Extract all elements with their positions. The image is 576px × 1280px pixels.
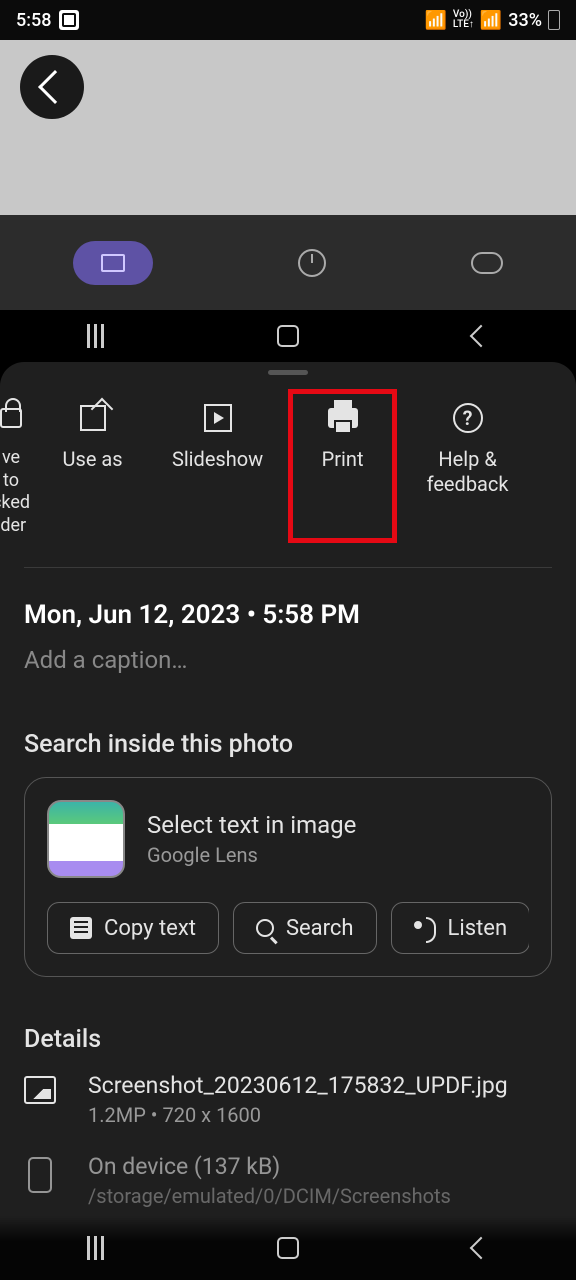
action-print[interactable]: Print — [280, 403, 405, 537]
action-locked-folder[interactable]: ve to cked lder — [0, 403, 30, 537]
chip-label: Copy text — [104, 916, 196, 941]
slideshow-icon — [204, 404, 232, 432]
lens-provider: Google Lens — [147, 843, 529, 867]
search-icon — [256, 919, 274, 937]
folder-icon — [101, 254, 125, 272]
info-sheet: ve to cked lder Use as Slideshow Print ?… — [0, 362, 576, 1280]
detail-file[interactable]: Screenshot_20230612_175832_UPDF.jpg 1.2M… — [24, 1072, 552, 1127]
caption-input[interactable]: Add a caption… — [24, 646, 552, 674]
signal-icon: 📶 — [480, 10, 502, 31]
chip-search[interactable]: Search — [233, 902, 377, 954]
detail-device[interactable]: On device (137 kB) /storage/emulated/0/D… — [24, 1153, 552, 1208]
print-icon — [328, 408, 358, 428]
help-icon: ? — [453, 403, 483, 433]
action-use-as[interactable]: Use as — [30, 403, 155, 537]
action-label: ve to cked lder — [0, 447, 30, 537]
viewer-tabs — [0, 215, 576, 310]
nav-recent-icon[interactable] — [87, 324, 104, 348]
nav-home-icon[interactable] — [277, 1237, 299, 1259]
details-heading: Details — [24, 1025, 552, 1054]
divider — [24, 567, 552, 568]
photo-viewer-dim — [0, 40, 576, 215]
document-icon — [70, 917, 92, 939]
android-nav-bottom — [0, 1216, 576, 1280]
back-button[interactable] — [20, 55, 84, 119]
tab-cloud[interactable] — [471, 252, 503, 274]
chip-label: Listen — [448, 916, 508, 941]
battery-icon — [548, 10, 560, 30]
status-time: 5:58 — [16, 10, 51, 31]
device-title: On device (137 kB) — [88, 1153, 552, 1180]
lock-icon — [0, 408, 22, 428]
arrow-left-icon — [38, 70, 72, 104]
chip-listen[interactable]: Listen — [391, 902, 529, 954]
volte-icon: Vo))LTE↑ — [453, 10, 474, 30]
lens-heading: Search inside this photo — [24, 730, 552, 759]
action-label: Help & feedback — [405, 447, 530, 497]
lens-select-text[interactable]: Select text in image Google Lens — [47, 800, 529, 878]
nav-home-icon[interactable] — [277, 325, 299, 347]
chip-copy-text[interactable]: Copy text — [47, 902, 219, 954]
wifi-icon: 📶 — [425, 10, 447, 31]
tab-recent[interactable] — [298, 249, 326, 277]
android-nav-upper — [0, 310, 576, 362]
lens-chips: Copy text Search Listen ✕ — [47, 902, 529, 954]
action-help[interactable]: ? Help & feedback — [405, 403, 530, 537]
image-icon — [24, 1076, 56, 1104]
tab-folder[interactable] — [73, 241, 153, 285]
lens-thumbnail — [47, 800, 125, 878]
action-label: Use as — [63, 447, 123, 472]
file-meta: 1.2MP • 720 x 1600 — [88, 1103, 552, 1127]
battery-text: 33% — [508, 10, 542, 31]
nav-back-icon[interactable] — [470, 1237, 493, 1260]
action-slideshow[interactable]: Slideshow — [155, 403, 280, 537]
lens-title: Select text in image — [147, 811, 529, 839]
phone-icon — [28, 1157, 52, 1193]
use-as-icon — [80, 405, 106, 431]
file-name: Screenshot_20230612_175832_UPDF.jpg — [88, 1072, 552, 1099]
device-path: /storage/emulated/0/DCIM/Screenshots — [88, 1184, 552, 1208]
action-label: Slideshow — [172, 447, 263, 472]
lens-card: Select text in image Google Lens Copy te… — [24, 777, 552, 977]
nav-recent-icon[interactable] — [87, 1236, 104, 1260]
action-row: ve to cked lder Use as Slideshow Print ?… — [0, 385, 576, 567]
status-bar: 5:58 📶 Vo))LTE↑ 📶 33% — [0, 0, 576, 40]
sheet-handle[interactable] — [268, 370, 308, 375]
chip-label: Search — [286, 916, 354, 941]
nav-back-icon[interactable] — [470, 325, 493, 348]
gallery-icon — [59, 10, 79, 30]
listen-icon — [414, 917, 436, 939]
photo-datetime: Mon, Jun 12, 2023 • 5:58 PM — [24, 600, 552, 630]
